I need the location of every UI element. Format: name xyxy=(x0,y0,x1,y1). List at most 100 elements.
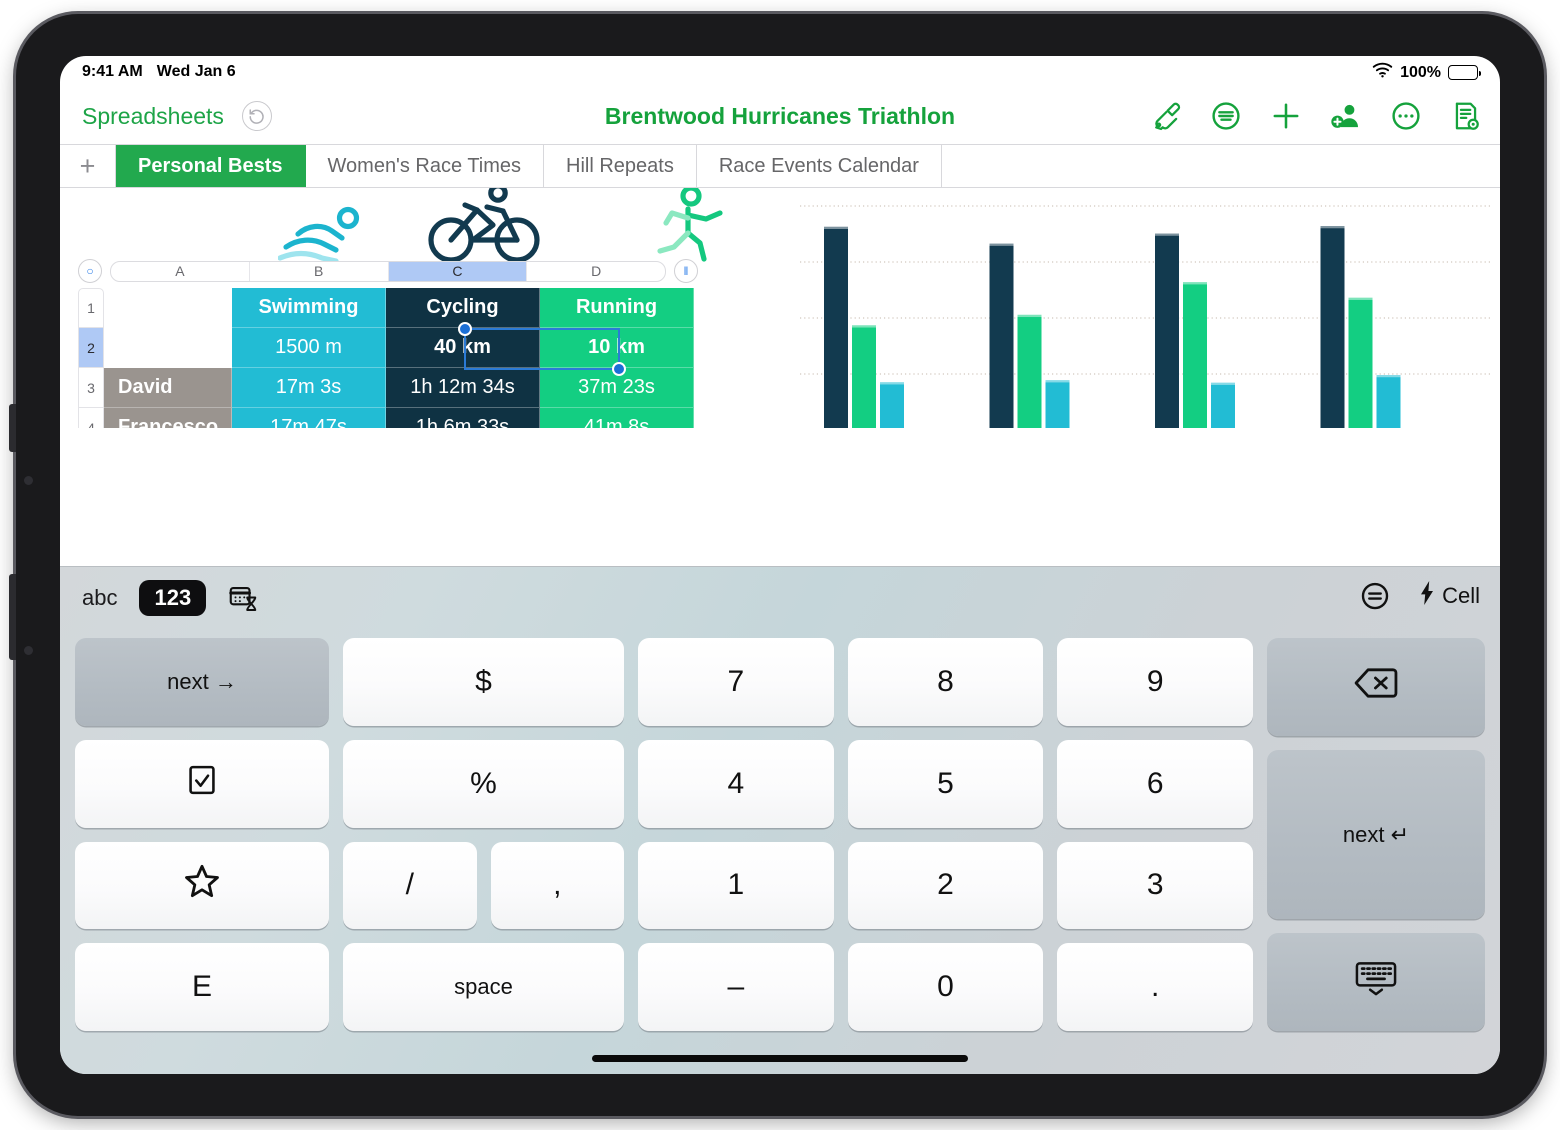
key-4[interactable]: 4 xyxy=(638,739,834,828)
column-headers: A B C D xyxy=(110,260,666,282)
row-header-3[interactable]: 3 xyxy=(78,368,104,408)
key-9[interactable]: 9 xyxy=(1057,638,1254,726)
cell-d3[interactable]: 37m 23s xyxy=(540,368,694,408)
running-icon xyxy=(648,188,732,268)
key-star[interactable] xyxy=(75,841,329,930)
column-header-c[interactable]: C xyxy=(388,261,528,281)
bezel-dot xyxy=(24,476,33,485)
bar-chart[interactable] xyxy=(800,196,1490,428)
key-minus[interactable]: – xyxy=(638,943,834,1031)
keyboard-toolbar: abc 123 Cell xyxy=(60,567,1500,631)
key-3[interactable]: 3 xyxy=(1057,841,1254,930)
cell-c3[interactable]: 1h 12m 34s xyxy=(386,368,540,408)
cell-label: Cell xyxy=(1442,583,1480,608)
cell-a4[interactable]: Francesco xyxy=(104,408,232,428)
cell-a1[interactable] xyxy=(104,288,232,328)
key-8[interactable]: 8 xyxy=(847,638,1044,726)
cell-d1[interactable]: Running xyxy=(540,288,694,328)
date-time-icon[interactable] xyxy=(228,583,258,613)
cell-c2[interactable]: 40 km xyxy=(386,328,540,368)
status-date: Wed Jan 6 xyxy=(156,63,236,80)
status-bar-left: 9:41 AM Wed Jan 6 xyxy=(82,63,236,81)
column-header-a[interactable]: A xyxy=(111,261,250,281)
document-view-icon[interactable] xyxy=(1450,100,1482,132)
numeric-keyboard: abc 123 Cell next → E $ % / , space 7 8 … xyxy=(60,566,1500,1074)
cell-b3[interactable]: 17m 3s xyxy=(232,368,386,408)
keyboard-middle-pane: $ % / , space 7 8 9 4 5 6 1 2 3 – 0 . xyxy=(336,631,1260,1038)
cell-c4[interactable]: 1h 6m 33s xyxy=(386,408,540,428)
screen: 9:41 AM Wed Jan 6 100% Spreadsheets Bren… xyxy=(60,56,1500,1074)
formula-equals-icon[interactable] xyxy=(1360,581,1390,611)
cell-b1[interactable]: Swimming xyxy=(232,288,386,328)
keyboard-number-pad: 7 8 9 4 5 6 1 2 3 – 0 . xyxy=(631,631,1260,1038)
cell-c1[interactable]: Cycling xyxy=(386,288,540,328)
row-header-1[interactable]: 1 xyxy=(78,288,104,328)
key-2[interactable]: 2 xyxy=(847,841,1044,930)
spreadsheet-grid: 1 Swimming Cycling Running 2 1500 m 40 k… xyxy=(78,288,778,428)
status-bar: 9:41 AM Wed Jan 6 100% xyxy=(60,56,1500,88)
keyboard-abc-button[interactable]: abc xyxy=(82,585,117,611)
cell-d4[interactable]: 41m 8s xyxy=(540,408,694,428)
key-period[interactable]: . xyxy=(1057,943,1254,1031)
sheet-tab-womens-race-times[interactable]: Women's Race Times xyxy=(306,145,545,187)
key-exponent-e[interactable]: E xyxy=(75,943,329,1031)
keyboard-123-button[interactable]: 123 xyxy=(139,580,207,616)
insert-plus-icon[interactable] xyxy=(1270,100,1302,132)
chart-bar-cycling-francesco xyxy=(989,243,1014,428)
cell-a3[interactable]: David xyxy=(104,368,232,408)
more-ellipsis-icon[interactable] xyxy=(1390,100,1422,132)
row-header-4[interactable]: 4 xyxy=(78,408,104,428)
key-6[interactable]: 6 xyxy=(1057,739,1254,828)
row-header-2[interactable]: 2 xyxy=(78,328,104,368)
column-header-b[interactable]: B xyxy=(250,261,389,281)
wifi-icon xyxy=(1372,62,1393,83)
key-percent[interactable]: % xyxy=(343,739,624,828)
sheet-content: ○ A B C D ‖ 1 Swimming Cycling Running 2… xyxy=(60,188,1500,428)
cell-format-button[interactable]: Cell xyxy=(1418,581,1480,611)
keyboard-toolbar-right: Cell xyxy=(1360,581,1480,611)
chart-bar-running-david xyxy=(852,325,876,428)
sheet-tab-race-events-calendar[interactable]: Race Events Calendar xyxy=(697,145,942,187)
key-hide-keyboard[interactable] xyxy=(1267,933,1485,1031)
key-next-arrow[interactable]: next → xyxy=(75,638,329,726)
status-time: 9:41 AM xyxy=(82,63,143,80)
cell-b2[interactable]: 1500 m xyxy=(232,328,386,368)
document-organize-icon[interactable] xyxy=(1210,100,1242,132)
status-bar-right: 100% xyxy=(1372,62,1482,83)
column-header-d[interactable]: D xyxy=(527,262,665,281)
sheet-tab-personal-bests[interactable]: Personal Bests xyxy=(116,145,306,187)
key-dollar[interactable]: $ xyxy=(343,638,624,726)
home-indicator[interactable] xyxy=(592,1055,968,1062)
key-next-return[interactable]: next ↵ xyxy=(1267,750,1485,919)
nav-right-group xyxy=(1150,100,1482,132)
key-comma[interactable]: , xyxy=(490,841,624,930)
chart-bar-running-nicolas xyxy=(1183,282,1207,428)
column-header-bar: ○ A B C D ‖ xyxy=(78,259,698,283)
key-5[interactable]: 5 xyxy=(847,739,1044,828)
key-1[interactable]: 1 xyxy=(638,841,834,930)
delete-backspace-icon xyxy=(1354,663,1398,711)
key-space[interactable]: space xyxy=(343,943,624,1031)
table-row: 3 David 17m 3s 1h 12m 34s 37m 23s xyxy=(78,368,778,408)
chart-bar-swimming-nicolas xyxy=(1211,382,1235,428)
table-row: 2 1500 m 40 km 10 km xyxy=(78,328,778,368)
keyboard-right-column: next ↵ xyxy=(1260,631,1492,1038)
add-collaborator-icon[interactable] xyxy=(1330,100,1362,132)
format-paintbrush-icon[interactable] xyxy=(1150,100,1182,132)
select-all-corner-button[interactable]: ○ xyxy=(78,259,102,283)
battery-percent: 100% xyxy=(1400,63,1441,81)
key-slash[interactable]: / xyxy=(343,841,477,930)
chart-bar-swimming-francesco xyxy=(1045,380,1070,428)
add-sheet-button[interactable]: + xyxy=(60,145,116,187)
cell-d2[interactable]: 10 km xyxy=(540,328,694,368)
table-row: 4 Francesco 17m 47s 1h 6m 33s 41m 8s xyxy=(78,408,778,428)
keyboard-format-switcher: abc 123 xyxy=(82,580,258,616)
key-checkbox[interactable] xyxy=(75,739,329,828)
key-delete[interactable] xyxy=(1267,638,1485,736)
key-0[interactable]: 0 xyxy=(847,943,1044,1031)
table-handle-button[interactable]: ‖ xyxy=(674,259,698,283)
cell-b4[interactable]: 17m 47s xyxy=(232,408,386,428)
sheet-tab-hill-repeats[interactable]: Hill Repeats xyxy=(544,145,697,187)
key-7[interactable]: 7 xyxy=(638,638,834,726)
cell-a2[interactable] xyxy=(104,328,232,368)
